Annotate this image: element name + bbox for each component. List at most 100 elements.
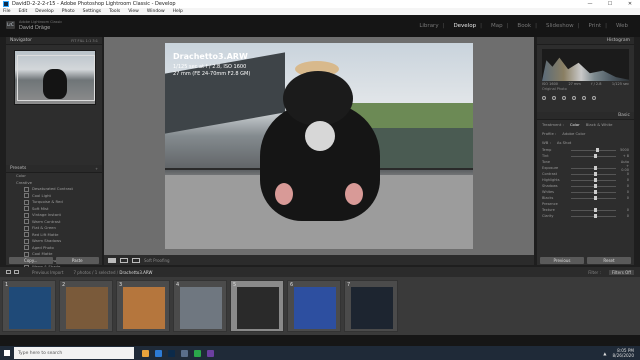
filmstrip-thumbnail[interactable]: 6 [287,280,341,332]
slider-track[interactable] [571,148,616,152]
discord-icon[interactable] [207,349,214,357]
steam-icon[interactable] [181,349,188,357]
original-photo-checkbox[interactable]: Original Photo [542,87,634,91]
slider-knob[interactable] [593,208,597,212]
crop-tool-icon[interactable] [542,96,546,100]
slider-track[interactable] [571,154,616,158]
slider-value[interactable]: 0 [619,184,629,188]
red-eye-icon[interactable] [562,96,566,100]
slider-value[interactable]: 0 [619,208,629,212]
reset-button[interactable]: Reset [587,257,631,264]
menu-view[interactable]: View [128,9,139,14]
slider-value[interactable]: 0 [619,178,629,182]
module-slideshow[interactable]: Slideshow [546,23,574,29]
slider-knob[interactable] [593,178,597,182]
slider-knob[interactable] [593,184,597,188]
menu-settings[interactable]: Settings [83,9,101,14]
slider-track[interactable] [571,178,616,182]
close-button[interactable]: ✕ [620,1,640,7]
filmstrip-thumbnail[interactable]: 7 [344,280,398,332]
slider-track[interactable] [571,214,616,218]
filmstrip-thumbnail[interactable]: 1 [2,280,56,332]
menu-develop[interactable]: Develop [35,9,54,14]
slider-value[interactable]: 0 [619,190,629,194]
before-after-split-icon[interactable] [132,257,140,263]
slider-value[interactable]: + 0.00 [619,164,629,172]
presets-header[interactable]: Presets + [6,165,102,173]
filter-dropdown[interactable]: Filters Off [608,269,634,275]
second-window-icon[interactable] [6,270,11,274]
histogram[interactable] [542,49,629,81]
slider-knob[interactable] [593,196,597,200]
file-explorer-icon[interactable] [142,349,149,357]
navigator-zoom-box[interactable] [17,55,95,101]
maximize-button[interactable]: ☐ [600,1,620,7]
module-book[interactable]: Book [517,23,531,29]
before-after-icon[interactable] [120,257,128,263]
slider-value[interactable]: 0 [619,214,629,218]
menu-help[interactable]: Help [173,9,183,14]
menu-window[interactable]: Window [147,9,165,14]
slider-value[interactable]: 0 [619,196,629,200]
spot-removal-icon[interactable] [552,96,556,100]
soft-proofing-checkbox[interactable]: Soft Proofing [144,258,170,263]
module-web[interactable]: Web [616,23,628,29]
slider-track[interactable] [571,208,616,212]
main-photo[interactable]: Drachetto3.ARW 1/125 sec at f / 2.8, ISO… [165,43,473,249]
slider-track[interactable] [571,166,616,170]
slider-track[interactable] [571,172,616,176]
copy-settings-button[interactable]: Copy... [9,257,53,264]
filmstrip-thumbnail[interactable]: 4 [173,280,227,332]
clock[interactable]: 8:05 PM 8/26/2020 [613,348,634,358]
filmstrip-thumbnail[interactable]: 2 [59,280,113,332]
edge-icon[interactable] [155,349,162,357]
lightroom-taskbar-icon[interactable] [168,349,175,357]
basic-header[interactable]: Basic [537,112,634,120]
taskbar-search[interactable]: Type here to search [14,347,134,359]
slider-value[interactable]: 5000 [619,148,629,152]
module-map[interactable]: Map [491,23,503,29]
histogram-header[interactable]: Histogram [537,37,634,45]
slider-value[interactable]: 0 [619,172,629,176]
navigator-zoom-options[interactable]: FIT FILL 1:1 3:1 [71,39,98,43]
menu-edit[interactable]: Edit [19,9,28,14]
module-print[interactable]: Print [588,23,601,29]
slider-value[interactable]: + 8 [619,154,629,158]
slider-knob[interactable] [595,148,599,152]
slider-knob[interactable] [593,214,597,218]
navigator-header[interactable]: Navigator FIT FILL 1:1 3:1 [6,37,102,45]
filmstrip-thumbnail[interactable]: 3 [116,280,170,332]
menu-tools[interactable]: Tools [109,9,120,14]
slider-knob[interactable] [593,172,597,176]
filmstrip-source[interactable]: Previous Import [32,270,63,275]
navigator-preview[interactable] [14,50,96,105]
slider-knob[interactable] [593,190,597,194]
slider-track[interactable] [571,196,616,200]
filmstrip-scrollbar[interactable] [0,335,640,346]
radial-filter-icon[interactable] [582,96,586,100]
graduated-filter-icon[interactable] [572,96,576,100]
loupe-view-icon[interactable] [108,257,116,263]
filmstrip-thumbnail[interactable]: 5 [230,280,284,332]
slider-track[interactable] [571,184,616,188]
menu-photo[interactable]: Photo [62,9,75,14]
start-button[interactable] [0,346,14,360]
treatment-bw[interactable]: Black & White [586,122,613,127]
slider-knob[interactable] [594,154,598,158]
previous-button[interactable]: Previous [540,257,584,264]
slider-track[interactable] [571,190,616,194]
add-preset-icon[interactable]: + [95,167,98,171]
network-icon[interactable]: ▲ [603,351,606,356]
adjustment-brush-icon[interactable] [592,96,596,100]
module-library[interactable]: Library [419,23,438,29]
profile-select[interactable]: Adobe Color [562,131,585,136]
menu-file[interactable]: File [3,9,11,14]
treatment-color[interactable]: Color [570,122,580,127]
chrome-icon[interactable] [194,349,201,357]
paste-settings-button[interactable]: Paste [55,257,99,264]
minimize-button[interactable]: — [580,1,600,7]
loupe-view[interactable]: Drachetto3.ARW 1/125 sec at f / 2.8, ISO… [104,37,534,255]
module-develop[interactable]: Develop [453,23,476,29]
grid-icon[interactable] [14,270,19,274]
slider-knob[interactable] [593,166,597,170]
